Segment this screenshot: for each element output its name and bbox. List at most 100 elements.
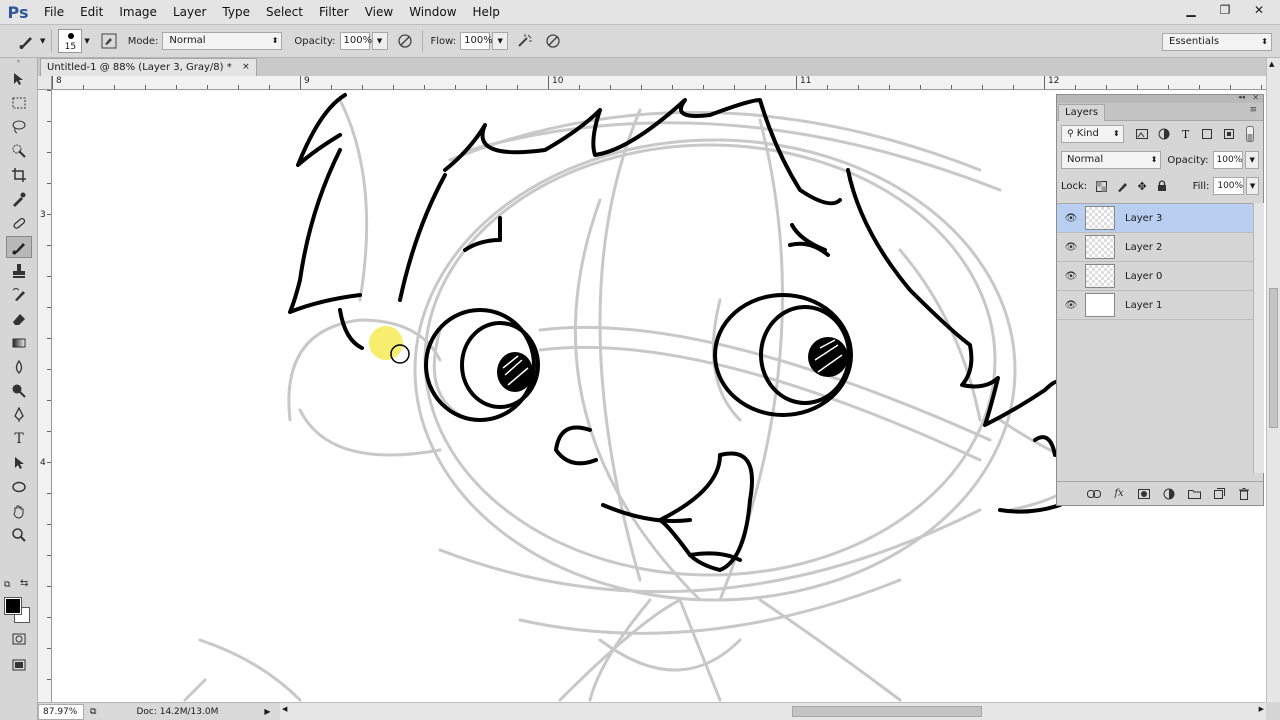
layer-opacity-dropdown[interactable]: ▼ [1245,151,1259,169]
menu-view[interactable]: View [357,0,401,24]
status-menu-arrow-icon[interactable]: ▶ [264,707,270,716]
menu-filter[interactable]: Filter [311,0,357,24]
airbrush-icon[interactable] [514,30,536,52]
path-selection-tool-icon[interactable] [6,452,32,474]
panel-drag-strip[interactable]: ◂◂ ✕ [1057,93,1263,103]
fill-field[interactable]: 100% [1213,177,1245,195]
menu-image[interactable]: Image [111,0,165,24]
menu-help[interactable]: Help [465,0,508,24]
healing-brush-tool-icon[interactable] [6,212,32,234]
screen-mode-icon[interactable] [6,654,32,676]
link-layers-icon[interactable] [1083,485,1105,503]
new-adjustment-icon[interactable] [1158,485,1180,503]
brush-size-picker[interactable]: 15 [58,29,83,53]
eyedropper-tool-icon[interactable] [6,188,32,210]
visibility-eye-icon[interactable]: 👁 [1057,271,1085,282]
lock-position-icon[interactable]: ✥ [1134,177,1150,195]
flow-field[interactable]: 100% [460,32,493,50]
scroll-left-icon[interactable]: ◀ [282,705,287,713]
pen-tool-icon[interactable] [6,404,32,426]
foreground-color-swatch[interactable] [4,597,22,615]
brush-picker-dropdown-icon[interactable]: ▼ [84,37,89,45]
dodge-tool-icon[interactable] [6,380,32,402]
ellipse-tool-icon[interactable] [6,476,32,498]
horizontal-ruler[interactable]: 8 9 10 11 12 [52,76,1266,90]
document-tab[interactable]: Untitled-1 @ 88% (Layer 3, Gray/8) * × [40,58,257,76]
filter-type-icon[interactable]: T [1177,125,1195,143]
history-brush-tool-icon[interactable] [6,284,32,306]
blend-mode-select[interactable]: Normal ⬍ [1061,151,1162,169]
close-button[interactable]: ✕ [1242,0,1276,20]
preset-dropdown-icon[interactable]: ▼ [40,37,45,45]
menu-type[interactable]: Type [214,0,258,24]
swap-colors-icon[interactable]: ⇆ [20,578,28,589]
status-info-icon[interactable]: ⧉ [90,707,96,717]
layer-opacity-field[interactable]: 100% [1212,151,1244,169]
collapse-panel-icon[interactable]: ◂◂ [1238,93,1245,101]
lasso-tool-icon[interactable] [6,116,32,138]
new-layer-icon[interactable] [1208,485,1230,503]
zoom-tool-icon[interactable] [6,524,32,546]
move-tool-icon[interactable] [6,68,32,90]
minimize-button[interactable]: ▁ [1174,0,1208,20]
layer-row-layer-2[interactable]: 👁 Layer 2 [1057,233,1253,262]
pressure-size-icon[interactable] [542,30,564,52]
vertical-ruler[interactable]: 3 4 [38,90,52,702]
scroll-right-icon[interactable]: ▶ [1259,705,1264,713]
filter-kind-select[interactable]: ⚲ Kind ⬍ [1061,125,1124,143]
quick-selection-tool-icon[interactable] [6,140,32,162]
visibility-eye-icon[interactable]: 👁 [1057,213,1085,224]
filter-toggle-icon[interactable] [1241,125,1259,143]
lock-all-icon[interactable] [1154,177,1170,195]
workspace-select[interactable]: Essentials ⬍ [1162,33,1272,51]
blur-tool-icon[interactable] [6,356,32,378]
type-tool-icon[interactable]: T [6,428,32,450]
layer-row-layer-0[interactable]: 👁 Layer 0 [1057,262,1253,291]
horizontal-scroll-thumb[interactable] [792,706,982,717]
delete-layer-icon[interactable] [1233,485,1255,503]
fx-icon[interactable]: fx [1108,485,1130,503]
tab-layers[interactable]: Layers [1058,104,1106,121]
quick-mask-icon[interactable] [6,628,32,650]
flow-dropdown-button[interactable]: ▼ [492,32,509,50]
opacity-field[interactable]: 100% [339,32,372,50]
pressure-opacity-icon[interactable] [394,30,416,52]
horizontal-scrollbar[interactable]: ◀ ▶ [280,702,1266,720]
toolbar-grip[interactable]: » [0,58,37,66]
marquee-tool-icon[interactable] [6,92,32,114]
menu-layer[interactable]: Layer [165,0,214,24]
add-mask-icon[interactable] [1133,485,1155,503]
fill-dropdown[interactable]: ▼ [1246,177,1259,195]
clone-stamp-tool-icon[interactable] [6,260,32,282]
panel-menu-icon[interactable]: ≡ [1249,105,1257,115]
close-tab-icon[interactable]: × [242,59,250,76]
default-colors-icon[interactable]: ⧉ [4,580,10,590]
brush-tool-preset-icon[interactable] [16,30,38,52]
close-panel-icon[interactable]: ✕ [1252,93,1259,102]
layers-scrollbar[interactable] [1253,203,1264,473]
filter-pixel-icon[interactable] [1134,125,1152,143]
visibility-eye-icon[interactable]: 👁 [1057,300,1085,311]
visibility-eye-icon[interactable]: 👁 [1057,242,1085,253]
lock-pixels-icon[interactable] [1114,177,1130,195]
zoom-level-field[interactable]: 87.97% [38,703,84,720]
mode-select[interactable]: Normal ⬍ [162,32,283,50]
filter-shape-icon[interactable] [1198,125,1216,143]
opacity-dropdown-button[interactable]: ▼ [371,32,388,50]
lock-transparency-icon[interactable] [1093,177,1109,195]
brush-tool-icon[interactable] [6,236,32,258]
new-group-folder-icon[interactable] [1183,485,1205,503]
layer-row-layer-3[interactable]: 👁 Layer 3 [1057,204,1253,233]
menu-file[interactable]: File [36,0,72,24]
brush-panel-toggle-icon[interactable] [98,30,120,52]
menu-window[interactable]: Window [401,0,464,24]
vertical-scrollbar[interactable]: ▲ [1266,58,1280,702]
filter-smart-object-icon[interactable] [1220,125,1238,143]
gradient-tool-icon[interactable] [6,332,32,354]
scroll-up-icon[interactable]: ▲ [1269,60,1274,68]
restore-button[interactable]: ❐ [1208,0,1242,20]
filter-adjustment-icon[interactable] [1155,125,1173,143]
hand-tool-icon[interactable] [6,500,32,522]
menu-select[interactable]: Select [258,0,311,24]
vertical-scroll-thumb[interactable] [1269,288,1278,428]
